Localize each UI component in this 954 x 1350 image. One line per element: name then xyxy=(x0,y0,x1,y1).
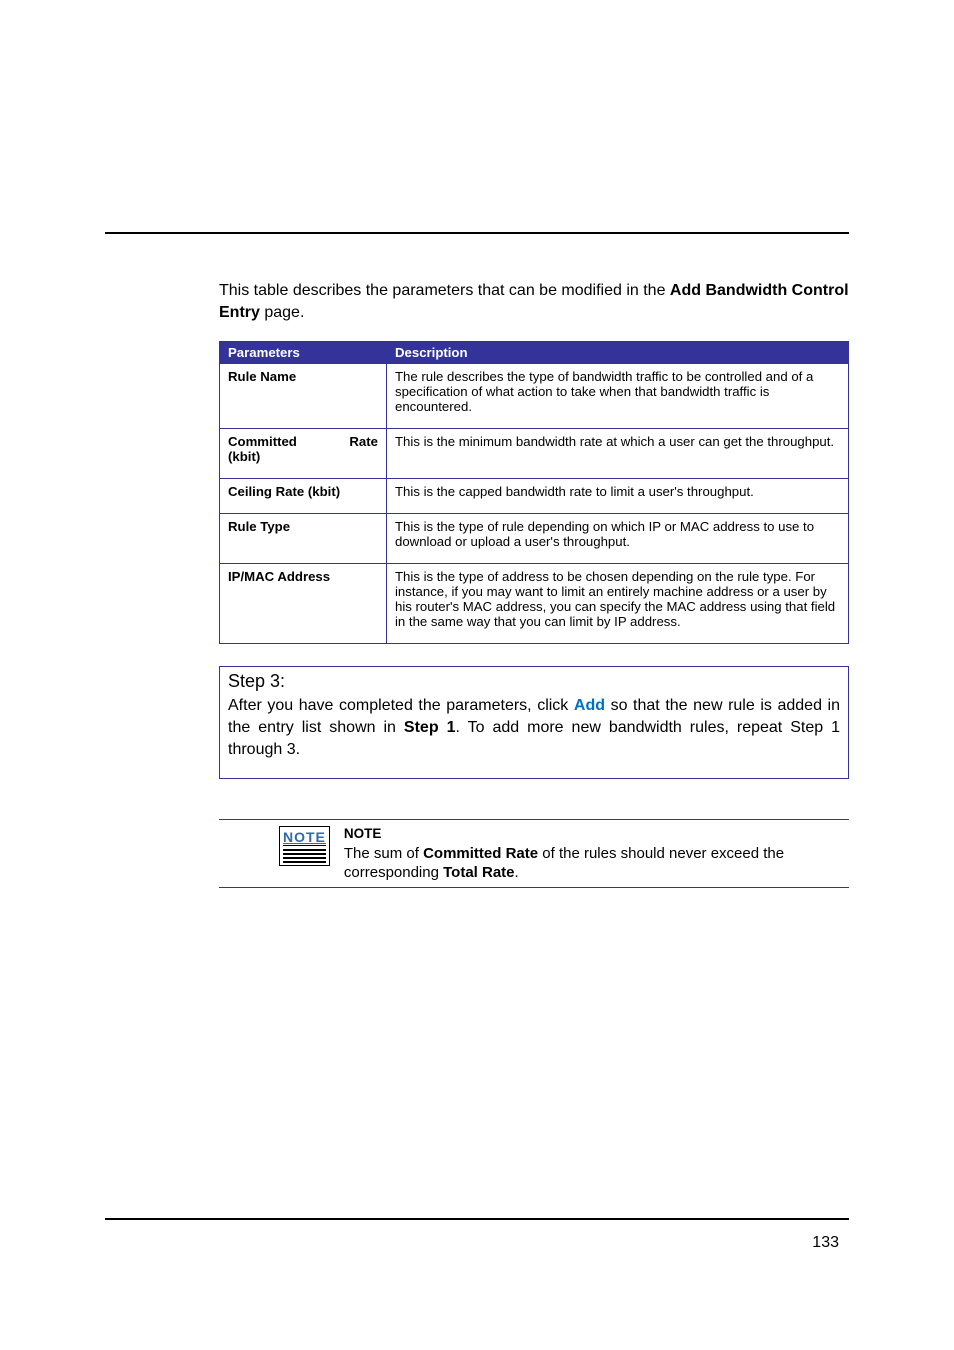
note-body-bold: Committed Rate xyxy=(423,845,538,862)
table-row: Ceiling Rate (kbit) This is the capped b… xyxy=(220,479,849,514)
note-text: NOTE The sum of Committed Rate of the ru… xyxy=(344,824,849,883)
table-row: Rule Type This is the type of rule depen… xyxy=(220,514,849,564)
step-box: Step 3: After you have completed the par… xyxy=(219,666,849,779)
param-desc-cell: This is the type of rule depending on wh… xyxy=(387,514,849,564)
param-name-cell: CommittedRate(kbit) xyxy=(220,429,387,479)
note-body-text: . xyxy=(515,864,519,881)
param-desc-cell: The rule describes the type of bandwidth… xyxy=(387,364,849,429)
note-body-text: The sum of xyxy=(344,845,423,862)
intro-text-pre: This table describes the parameters that… xyxy=(219,282,670,299)
add-link[interactable]: Add xyxy=(574,697,605,714)
table-row: CommittedRate(kbit) This is the minimum … xyxy=(220,429,849,479)
param-name-cell: Rule Name xyxy=(220,364,387,429)
table-header-row: Parameters Description xyxy=(220,342,849,364)
step-body: After you have completed the parameters,… xyxy=(228,695,840,760)
main-content: This table describes the parameters that… xyxy=(219,280,849,888)
table-row: Rule Name The rule describes the type of… xyxy=(220,364,849,429)
note-callout: NOTE NOTE The sum of Committed Rate of t… xyxy=(219,819,849,888)
note-icon-lines xyxy=(283,845,326,863)
intro-paragraph: This table describes the parameters that… xyxy=(219,280,849,323)
step1-ref: Step 1 xyxy=(404,719,456,736)
param-name-cell: IP/MAC Address xyxy=(220,564,387,644)
table-header-parameters: Parameters xyxy=(220,342,387,364)
param-desc-cell: This is the minimum bandwidth rate at wh… xyxy=(387,429,849,479)
param-desc-cell: This is the capped bandwidth rate to lim… xyxy=(387,479,849,514)
step-text: After you have completed the parameters,… xyxy=(228,697,574,714)
top-horizontal-rule xyxy=(105,232,849,234)
param-name-cell: Rule Type xyxy=(220,514,387,564)
param-name-cell: Ceiling Rate (kbit) xyxy=(220,479,387,514)
parameters-table: Parameters Description Rule Name The rul… xyxy=(219,341,849,644)
param-desc-cell: This is the type of address to be chosen… xyxy=(387,564,849,644)
step-title: Step 3: xyxy=(228,669,840,693)
intro-text-post: page. xyxy=(260,304,304,321)
note-body-bold: Total Rate xyxy=(443,864,514,881)
bottom-horizontal-rule xyxy=(105,1218,849,1220)
note-icon-label: NOTE xyxy=(283,829,326,845)
note-heading: NOTE xyxy=(344,826,382,841)
page-number: 133 xyxy=(812,1234,839,1252)
table-row: IP/MAC Address This is the type of addre… xyxy=(220,564,849,644)
table-header-description: Description xyxy=(387,342,849,364)
note-icon: NOTE xyxy=(279,826,330,866)
